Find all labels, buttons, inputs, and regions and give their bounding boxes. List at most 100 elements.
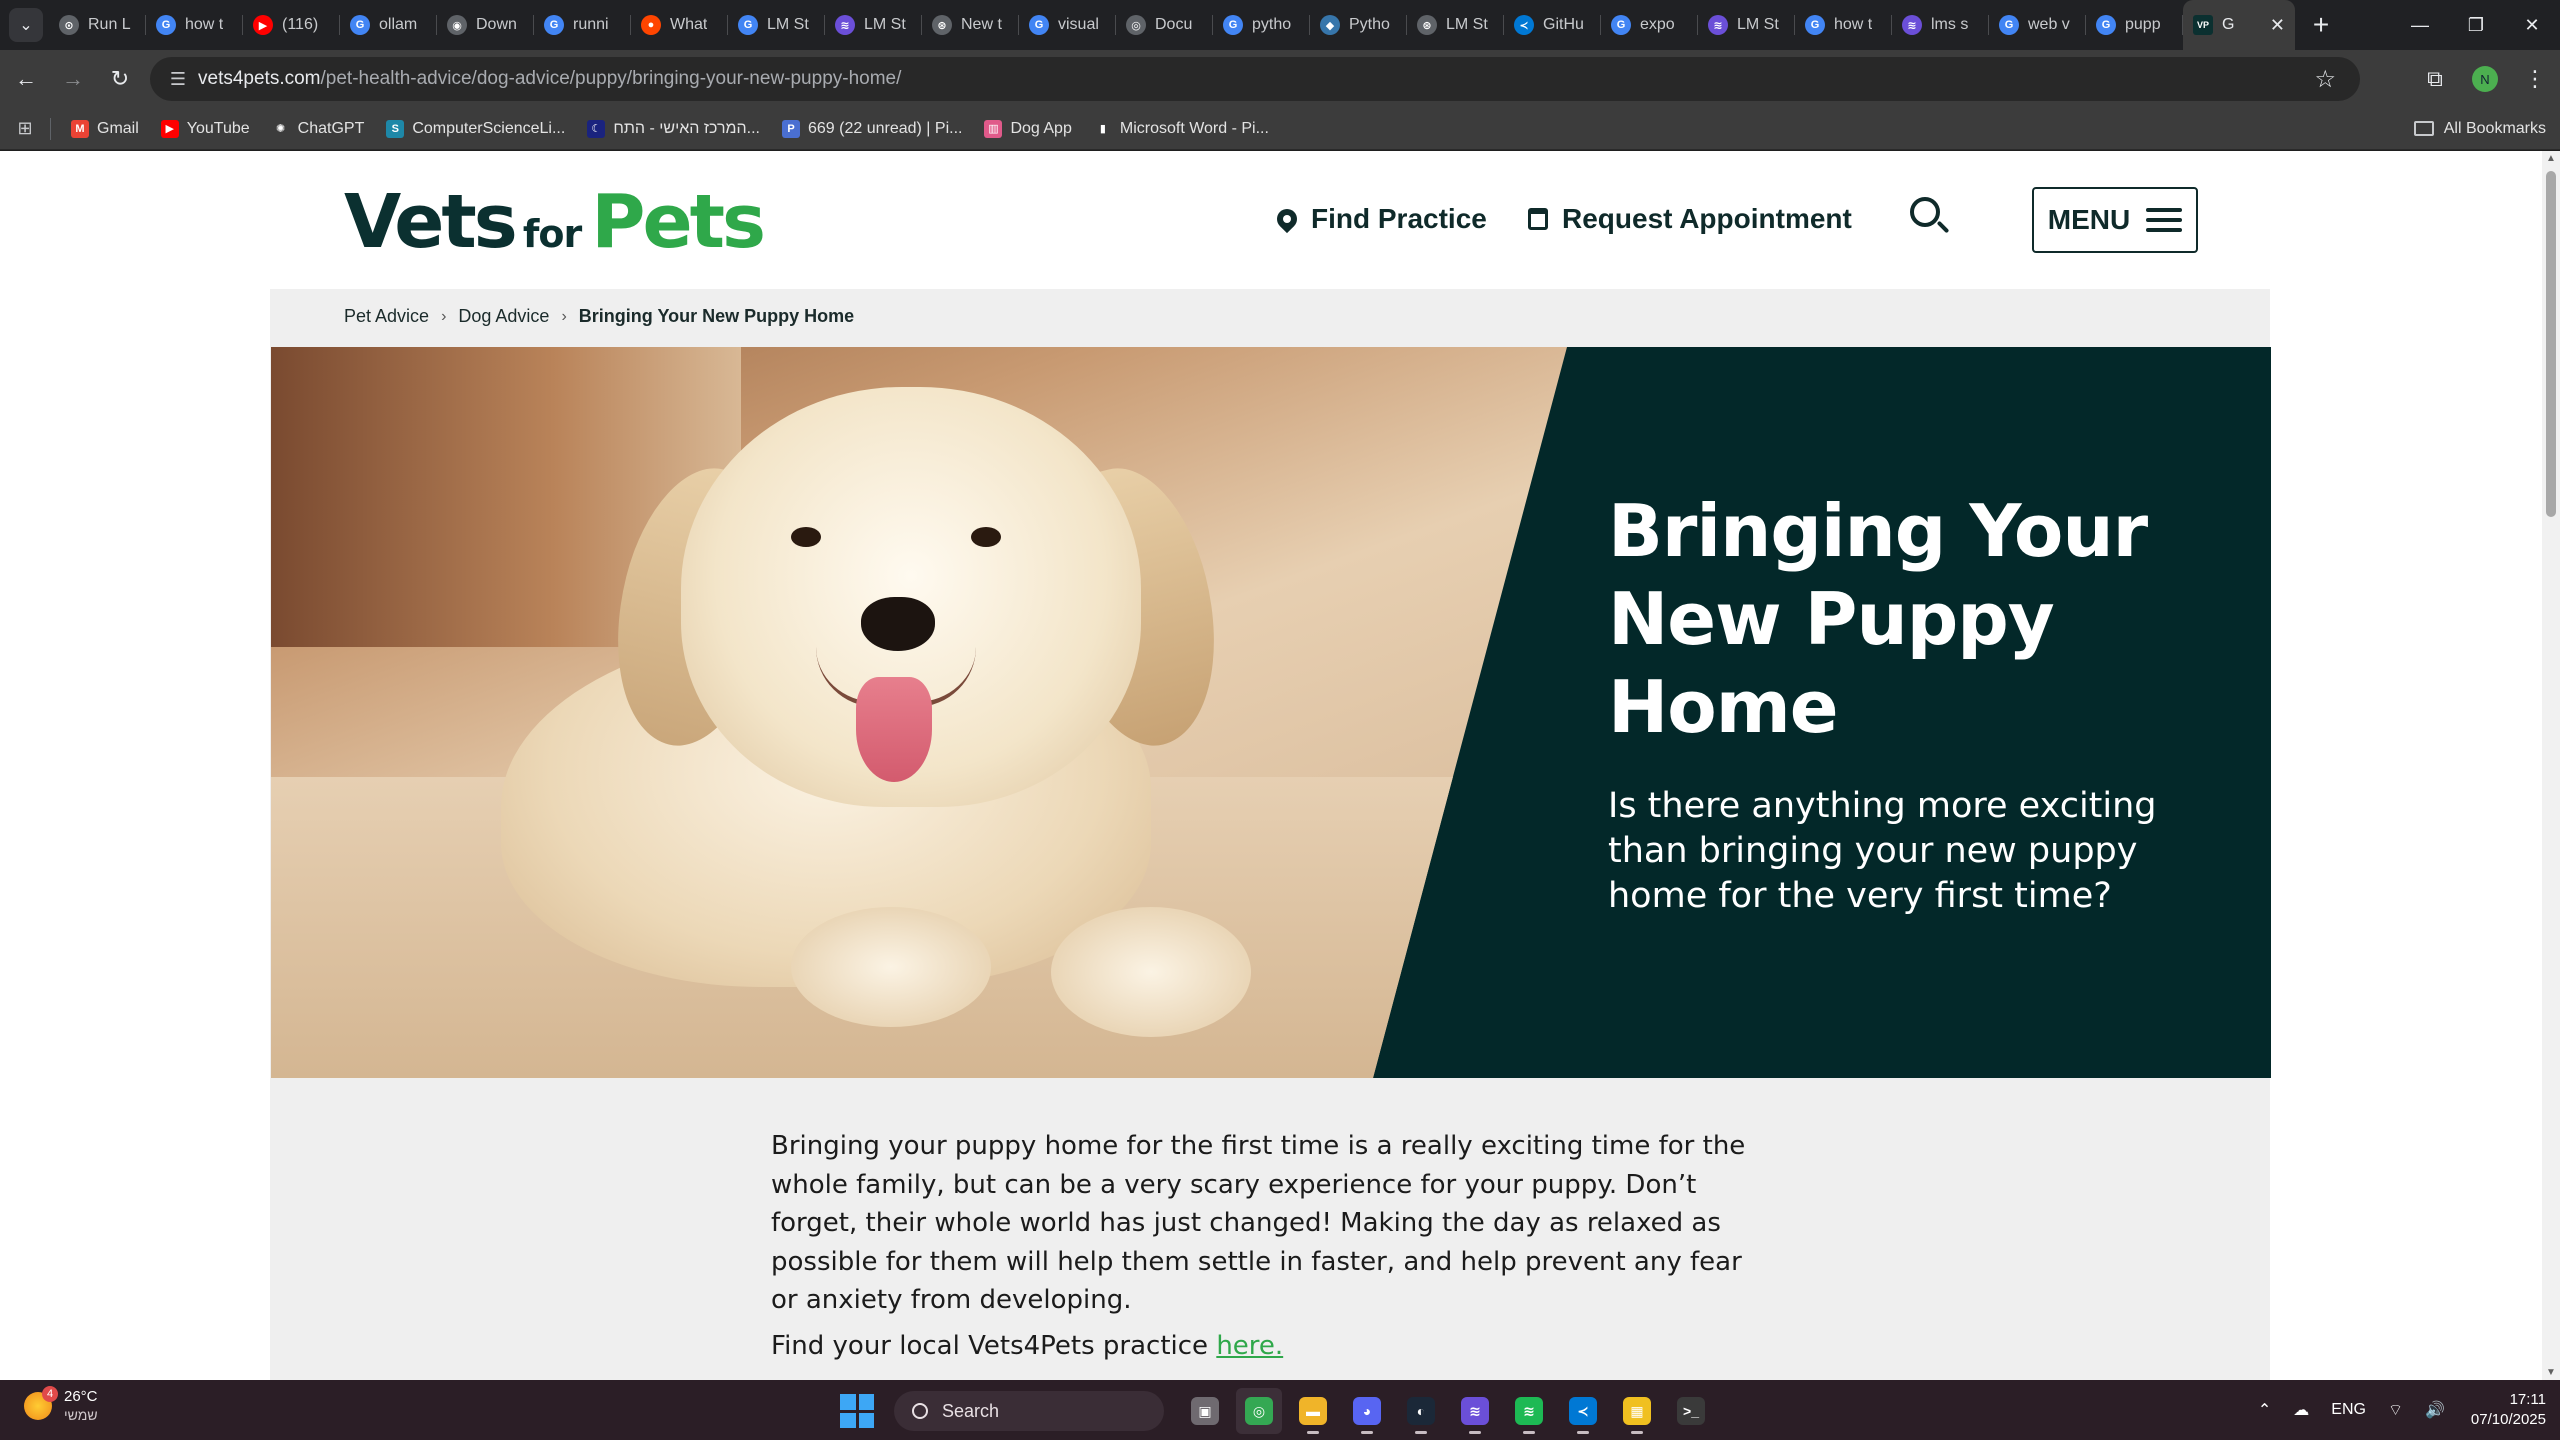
onedrive-cloud-icon[interactable]: ☁: [2293, 1400, 2309, 1420]
browser-tab[interactable]: ◆ Pytho: [1310, 0, 1407, 50]
browser-tab[interactable]: ▶ (116): [243, 0, 340, 50]
tab-favicon-icon: ⊛: [932, 15, 952, 35]
breadcrumb-dog-advice[interactable]: Dog Advice: [458, 306, 549, 327]
browser-tab[interactable]: ⊛ New t: [922, 0, 1019, 50]
browser-tab[interactable]: G LM St: [728, 0, 825, 50]
task-view-icon: ▣: [1191, 1397, 1219, 1425]
new-tab-button[interactable]: +: [2303, 7, 2339, 43]
all-bookmarks-button[interactable]: All Bookmarks: [2413, 120, 2546, 138]
tab-label: Run L: [88, 16, 131, 33]
apps-grid-icon[interactable]: ⊞: [0, 118, 50, 139]
breadcrumb-pet-advice[interactable]: Pet Advice: [344, 306, 429, 327]
find-practice-link[interactable]: Find Practice: [1272, 203, 1487, 235]
browser-tab[interactable]: ◎ Docu: [1116, 0, 1213, 50]
page-scrollbar[interactable]: ▲ ▼: [2542, 151, 2560, 1380]
tab-favicon-icon: G: [1223, 15, 1243, 35]
forward-button[interactable]: →: [52, 58, 94, 100]
tab-favicon-icon: ≋: [835, 15, 855, 35]
windows-start-icon[interactable]: [840, 1394, 874, 1428]
tab-favicon-icon: G: [1999, 15, 2019, 35]
profile-avatar[interactable]: N: [2472, 66, 2498, 92]
extensions-icon[interactable]: ⧉: [2410, 66, 2460, 92]
bookmark-item[interactable]: M Gmail: [71, 119, 139, 138]
back-button[interactable]: ←: [5, 58, 47, 100]
volume-icon[interactable]: 🔊: [2425, 1400, 2445, 1420]
taskbar-app-task-view[interactable]: ▣: [1182, 1388, 1228, 1434]
browser-tab[interactable]: ≋ LM St: [825, 0, 922, 50]
reload-button[interactable]: ↻: [99, 58, 141, 100]
taskbar-app-store[interactable]: ▦: [1614, 1388, 1660, 1434]
tab-label: Down: [476, 16, 517, 33]
find-practice-label: Find Practice: [1311, 203, 1487, 234]
weather-widget[interactable]: 4 26°C שמשי: [24, 1386, 98, 1424]
browser-tab[interactable]: ◉ Down: [437, 0, 534, 50]
tab-favicon-icon: G: [738, 15, 758, 35]
browser-tab[interactable]: Gollam: [340, 0, 437, 50]
scroll-thumb[interactable]: [2546, 171, 2556, 517]
bookmark-item[interactable]: S ComputerScienceLi...: [386, 119, 565, 138]
restore-button[interactable]: ❐: [2448, 0, 2504, 50]
menu-button[interactable]: MENU: [2032, 187, 2198, 253]
tab-label: LM St: [767, 16, 809, 33]
search-icon[interactable]: [1910, 197, 1950, 235]
tab-favicon-icon: ▶: [253, 15, 273, 35]
browser-tab[interactable]: Grunni: [534, 0, 631, 50]
tab-search-button[interactable]: ⌄: [9, 8, 43, 42]
taskbar-search[interactable]: Search: [894, 1391, 1164, 1431]
taskbar-app-vscode[interactable]: ≺: [1560, 1388, 1606, 1434]
wifi-icon[interactable]: ⌔: [2388, 1400, 2403, 1420]
browser-tab[interactable]: Ghow t: [1795, 0, 1892, 50]
bookmark-item[interactable]: ✺ ChatGPT: [271, 119, 364, 138]
taskbar-app-spotify[interactable]: ≋: [1506, 1388, 1552, 1434]
browser-tab[interactable]: ≋ LM St: [1698, 0, 1795, 50]
taskbar-app-terminal[interactable]: >_: [1668, 1388, 1714, 1434]
tab-strip: ⌄ ⊙ Run L Ghow t ▶ (116) Gollam ◉ Down Grunni ● Wh…: [0, 0, 2560, 50]
browser-tab-active[interactable]: VP G ✕: [2183, 0, 2295, 50]
browser-tab[interactable]: Gpupp: [2086, 0, 2183, 50]
taskbar-center: Search ▣ ◎ ▬ ◕ ◐ ≋ ≋ ≺ ▦ >_: [840, 1388, 1718, 1434]
browser-tab[interactable]: ≋ lms s: [1892, 0, 1989, 50]
url-text[interactable]: vets4pets.com/pet-health-advice/dog-advi…: [198, 68, 901, 90]
browser-tab[interactable]: Gexpo: [1601, 0, 1698, 50]
close-window-button[interactable]: ✕: [2504, 0, 2560, 50]
search-icon-handle: [1936, 220, 1950, 234]
vets4pets-logo[interactable]: Vets for Pets: [344, 179, 766, 265]
browser-tab[interactable]: ● What: [631, 0, 728, 50]
browser-tab[interactable]: Ghow t: [146, 0, 243, 50]
bookmark-star-icon[interactable]: ☆: [2314, 65, 2336, 94]
taskbar-app-lm-studio[interactable]: ≋: [1452, 1388, 1498, 1434]
find-practice-here-link[interactable]: here.: [1216, 1331, 1283, 1361]
taskbar-app-chrome[interactable]: ◎: [1236, 1388, 1282, 1434]
bookmark-item[interactable]: ☾ המרכז האישי - התח...: [587, 119, 760, 138]
tab-favicon-icon: ◆: [1320, 15, 1340, 35]
address-bar[interactable]: ☰ vets4pets.com/pet-health-advice/dog-ad…: [150, 57, 2360, 101]
system-clock[interactable]: 17:11 07/10/2025: [2471, 1390, 2546, 1430]
tab-label: New t: [961, 16, 1002, 33]
bookmark-item[interactable]: ▶ YouTube: [160, 119, 250, 138]
browser-tab[interactable]: ≺ GitHu: [1504, 0, 1601, 50]
clock-date: 07/10/2025: [2470, 1411, 2546, 1428]
chevron-up-icon[interactable]: ⌃: [2258, 1400, 2271, 1420]
browser-tab[interactable]: ⊙ Run L: [49, 0, 146, 50]
taskbar-app-discord[interactable]: ◕: [1344, 1388, 1390, 1434]
scroll-down-arrow-icon[interactable]: ▼: [2546, 1367, 2556, 1378]
browser-tab[interactable]: Gvisual: [1019, 0, 1116, 50]
folder-icon: [2413, 121, 2434, 136]
request-appointment-link[interactable]: Request Appointment: [1528, 203, 1852, 235]
site-info-icon[interactable]: ☰: [158, 69, 198, 90]
bookmark-item[interactable]: P 669 (22 unread) | Pi...: [782, 119, 962, 138]
taskbar-app-steam[interactable]: ◐: [1398, 1388, 1444, 1434]
browser-tab[interactable]: ⊛ LM St: [1407, 0, 1504, 50]
browser-tab[interactable]: Gweb v: [1989, 0, 2086, 50]
taskbar-app-file-explorer[interactable]: ▬: [1290, 1388, 1336, 1434]
scroll-up-arrow-icon[interactable]: ▲: [2546, 153, 2556, 164]
minimize-button[interactable]: —: [2392, 0, 2448, 50]
language-indicator[interactable]: ENG: [2331, 1401, 2366, 1419]
bookmark-label: YouTube: [186, 119, 250, 137]
bookmark-item[interactable]: ▮ Microsoft Word - Pi...: [1093, 119, 1269, 138]
browser-menu-icon[interactable]: ⋮: [2510, 66, 2560, 92]
bookmark-item[interactable]: ▥ Dog App: [984, 119, 1072, 138]
close-tab-icon[interactable]: ✕: [2270, 15, 2285, 36]
browser-tab[interactable]: Gpytho: [1213, 0, 1310, 50]
tab-favicon-icon: ⊛: [1417, 15, 1437, 35]
